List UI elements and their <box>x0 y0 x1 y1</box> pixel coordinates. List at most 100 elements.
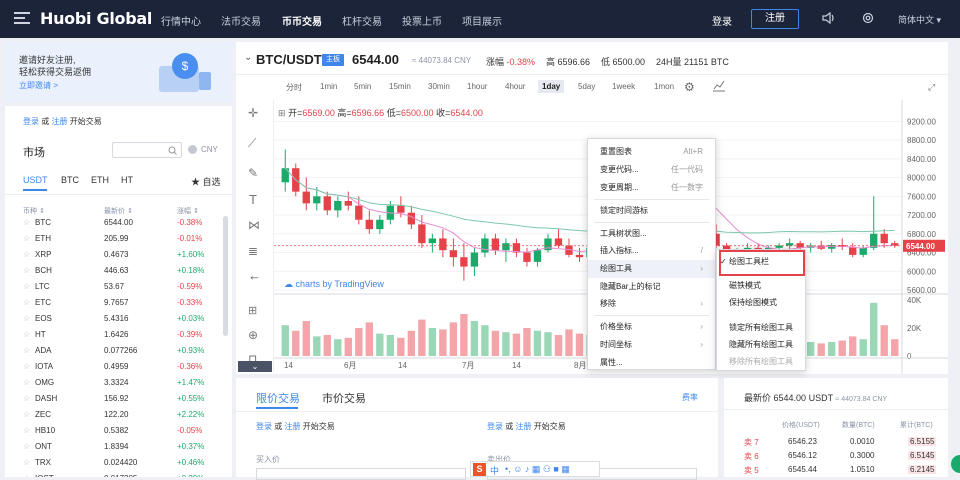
ime-toolbar[interactable]: S 中 •, ☺ ♪ ▦ ⚇ ■ ▦ <box>470 461 600 477</box>
market-row[interactable]: ☆ DASH 156.92 +0.55% <box>5 392 232 408</box>
menu-item[interactable]: 绘图工具 › <box>588 260 715 278</box>
submenu-item[interactable]: 磁铁模式 <box>717 278 805 294</box>
market-search-input[interactable] <box>112 142 182 158</box>
interval-1hour[interactable]: 1hour <box>463 80 491 93</box>
buy-register-link[interactable]: 注册 <box>284 422 300 431</box>
market-row[interactable]: ☆ XRP 0.4673 +1.60% <box>5 248 232 264</box>
star-icon[interactable]: ☆ <box>23 314 30 323</box>
login-link[interactable]: 登录 <box>712 13 732 28</box>
market-row[interactable]: ☆ EOS 5.4316 +0.03% <box>5 312 232 328</box>
menu-item[interactable]: 锁定时间游标 <box>588 202 715 220</box>
star-icon[interactable]: ☆ <box>23 394 30 403</box>
interval-4hour[interactable]: 4hour <box>501 80 529 93</box>
market-row[interactable]: ☆ IOTA 0.4959 -0.36% <box>5 360 232 376</box>
trend-line-icon[interactable]: ⟋ <box>248 136 256 151</box>
col-symbol[interactable]: 币种 ⇕ <box>23 206 45 216</box>
interval-5min[interactable]: 5min <box>350 80 375 93</box>
logo[interactable]: Huobi Global <box>40 9 152 28</box>
star-icon[interactable]: ☆ <box>23 250 30 259</box>
chat-icon[interactable] <box>951 455 960 473</box>
arrow-left-icon[interactable]: ← <box>248 268 261 283</box>
volume-icon[interactable] <box>822 11 836 27</box>
menu-item[interactable]: 重置图表 Alt+R <box>588 143 715 161</box>
fib-icon[interactable]: ≣ <box>248 244 258 258</box>
star-icon[interactable]: ☆ <box>23 234 30 243</box>
collapse-toolbar-button[interactable]: ⌄ <box>238 361 272 372</box>
submenu-item[interactable]: 锁定所有绘图工具 <box>717 320 805 336</box>
promo-invite-link[interactable]: 立即邀请 > <box>19 80 58 91</box>
tab-eth[interactable]: ETH <box>91 175 109 185</box>
market-row[interactable]: ☆ TRX 0.024420 +0.46% <box>5 456 232 472</box>
menu-item[interactable]: 属性... <box>588 354 715 372</box>
interval-5day[interactable]: 5day <box>574 80 599 93</box>
star-icon[interactable]: ☆ <box>23 346 30 355</box>
sell-register-link[interactable]: 注册 <box>515 422 531 431</box>
interval-30min[interactable]: 30min <box>424 80 454 93</box>
settings-icon[interactable] <box>862 12 874 27</box>
market-row[interactable]: ☆ ADA 0.077266 +0.93% <box>5 344 232 360</box>
menu-item[interactable]: 工具树状图... <box>588 225 715 243</box>
measure-icon[interactable]: ⊞ <box>248 304 257 317</box>
tab-ht[interactable]: HT <box>121 175 133 185</box>
interval-1min[interactable]: 1min <box>316 80 341 93</box>
col-price[interactable]: 最新价 ⇕ <box>104 206 133 216</box>
market-row[interactable]: ☆ LTC 53.67 -0.59% <box>5 280 232 296</box>
market-row[interactable]: ☆ ZEC 122.20 +2.22% <box>5 408 232 424</box>
tab-btc[interactable]: BTC <box>61 175 79 185</box>
tab-limit[interactable]: 限价交易 <box>256 390 300 406</box>
zoom-in-icon[interactable]: ⊕ <box>248 328 258 342</box>
market-row[interactable]: ☆ OMG 3.3324 +1.47% <box>5 376 232 392</box>
nav-item-vote[interactable]: 投票上币 <box>402 13 442 28</box>
market-row[interactable]: ☆ ETC 9.7657 -0.33% <box>5 296 232 312</box>
star-icon[interactable]: ☆ <box>23 282 30 291</box>
chart-settings-icon[interactable]: ⚙ <box>684 80 695 94</box>
interval-1day[interactable]: 1day <box>538 80 565 93</box>
tab-market[interactable]: 市价交易 <box>322 390 366 406</box>
col-change[interactable]: 涨幅 ⇕ <box>177 206 199 216</box>
cny-toggle[interactable] <box>188 145 197 154</box>
language-select[interactable]: 简体中文 ▾ <box>898 13 941 26</box>
submenu-item[interactable]: 移除所有绘图工具 <box>717 354 805 370</box>
interval-1mon[interactable]: 1mon <box>650 80 678 93</box>
menu-item[interactable]: 价格坐标 › <box>588 318 715 336</box>
market-row[interactable]: ☆ BTC 6544.00 -0.38% <box>5 216 232 232</box>
buy-login-link[interactable]: 登录 <box>256 422 272 431</box>
nav-item-projects[interactable]: 项目展示 <box>462 13 502 28</box>
menu-item[interactable]: 插入指标... / <box>588 242 715 260</box>
menu-item[interactable]: 变更周期... 任一数字 <box>588 179 715 197</box>
pen-icon[interactable]: ✎ <box>248 166 258 180</box>
buy-price-input[interactable] <box>256 468 466 480</box>
fee-link[interactable]: 费率 <box>682 392 698 403</box>
interval-1week[interactable]: 1week <box>608 80 639 93</box>
star-icon[interactable]: ☆ <box>23 266 30 275</box>
promo-banner[interactable]: 邀请好友注册, 轻松获得交易返佣 立即邀请 > $ <box>5 42 232 102</box>
nav-item-market[interactable]: 行情中心 <box>161 13 201 28</box>
text-tool-icon[interactable]: T <box>249 192 257 207</box>
pattern-icon[interactable]: ⋈ <box>248 218 260 232</box>
star-icon[interactable]: ☆ <box>23 458 30 467</box>
market-row[interactable]: ☆ HT 1.6426 -0.39% <box>5 328 232 344</box>
submenu-item[interactable]: 保持绘图模式 <box>717 295 805 311</box>
menu-item[interactable]: 变更代码... 任一代码 <box>588 161 715 179</box>
scrollbar[interactable] <box>223 216 228 336</box>
indicator-icon[interactable] <box>712 80 726 94</box>
star-icon[interactable]: ☆ <box>23 330 30 339</box>
register-link[interactable]: 注册 <box>51 117 67 126</box>
submenu-item[interactable]: 隐藏所有绘图工具 <box>717 337 805 353</box>
star-icon[interactable]: ☆ <box>23 298 30 307</box>
menu-item[interactable]: 时间坐标 › <box>588 336 715 354</box>
star-icon[interactable]: ☆ <box>23 218 30 227</box>
interval-分时[interactable]: 分时 <box>282 80 306 95</box>
pair-title[interactable]: BTC/USDT <box>256 52 322 67</box>
login-link[interactable]: 登录 <box>23 117 39 126</box>
market-row[interactable]: ☆ ETH 205.99 -0.01% <box>5 232 232 248</box>
star-icon[interactable]: ☆ <box>23 378 30 387</box>
menu-item[interactable]: 移除 › <box>588 295 715 313</box>
fullscreen-icon[interactable]: ⤢ <box>928 82 935 93</box>
star-icon[interactable]: ☆ <box>23 362 30 371</box>
market-row[interactable]: ☆ IOST 0.017205 +0.39% <box>5 472 232 477</box>
nav-item-otc[interactable]: 法币交易 <box>221 13 261 28</box>
favorites-tab[interactable]: ★ 自选 <box>191 175 221 188</box>
star-icon[interactable]: ☆ <box>23 426 30 435</box>
chevron-down-icon[interactable]: ⌄ <box>244 52 252 63</box>
